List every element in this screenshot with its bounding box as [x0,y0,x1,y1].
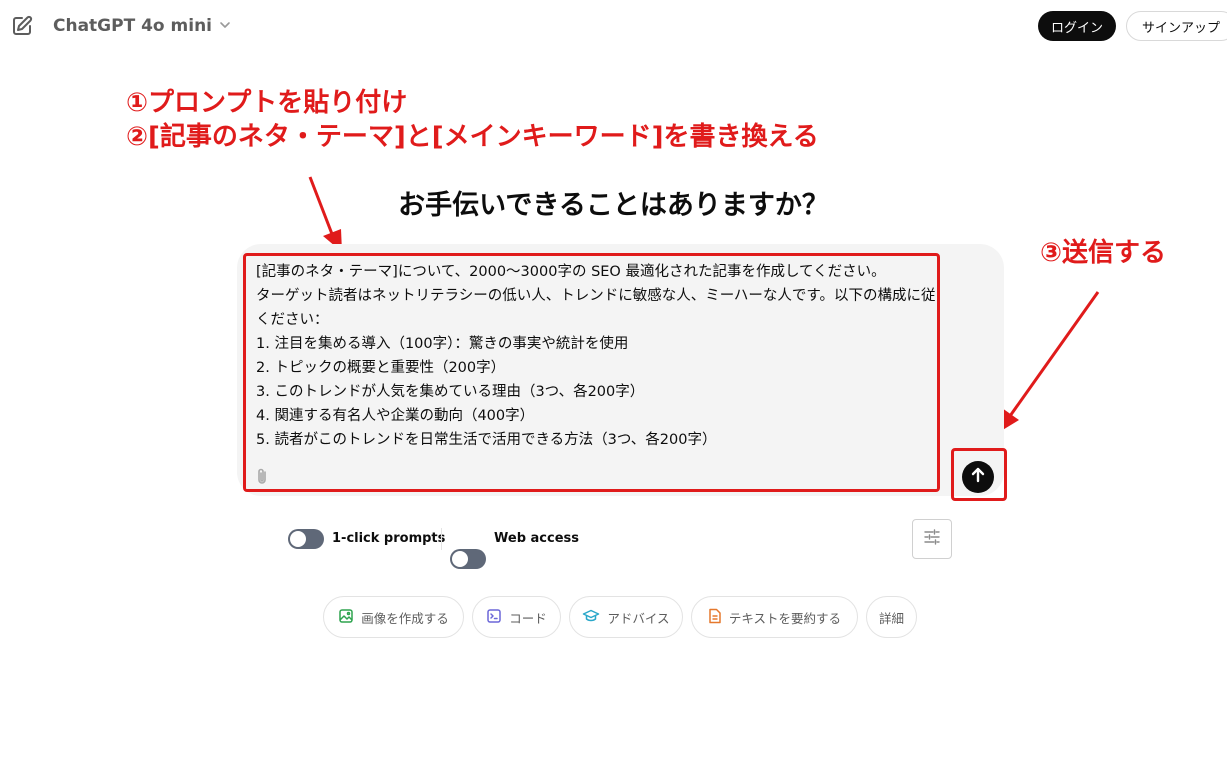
toggle-knob [290,531,306,547]
paperclip-icon[interactable] [253,467,271,487]
document-icon [708,608,722,627]
arrow-up-icon [969,466,987,488]
web-access-label: Web access [494,531,580,546]
send-button[interactable] [962,461,994,493]
page-heading: お手伝いできることはありますか？ [398,190,829,221]
sliders-icon [922,527,942,551]
create-image-chip[interactable]: 画像を作成する [323,596,464,638]
one-click-prompts-toggle[interactable] [288,529,324,549]
terminal-icon [486,608,502,627]
prompt-text: [記事のネタ・テーマ]について、2000〜3000字の SEO 最適化された記事… [256,264,940,448]
one-click-prompts-label: 1-click prompts [332,531,446,546]
graduation-cap-icon [582,608,600,627]
image-icon [338,608,354,627]
code-chip[interactable]: コード [472,596,561,638]
create-image-label: 画像を作成する [361,610,449,626]
code-label: コード [509,610,547,626]
summarize-text-chip[interactable]: テキストを要約する [691,596,858,638]
summarize-text-label: テキストを要約する [728,610,842,626]
advice-chip[interactable]: アドバイス [569,596,683,638]
prompt-fade [246,447,937,489]
prompt-textarea[interactable]: [記事のネタ・テーマ]について、2000〜3000字の SEO 最適化された記事… [243,253,940,492]
toggle-divider [441,528,442,550]
web-access-toggle[interactable] [450,549,486,569]
annotation-arrow-send [996,291,1100,434]
toggle-knob [452,551,468,567]
more-chip[interactable]: 詳細 [866,596,917,638]
advice-label: アドバイス [607,610,670,626]
settings-button[interactable] [912,519,952,559]
